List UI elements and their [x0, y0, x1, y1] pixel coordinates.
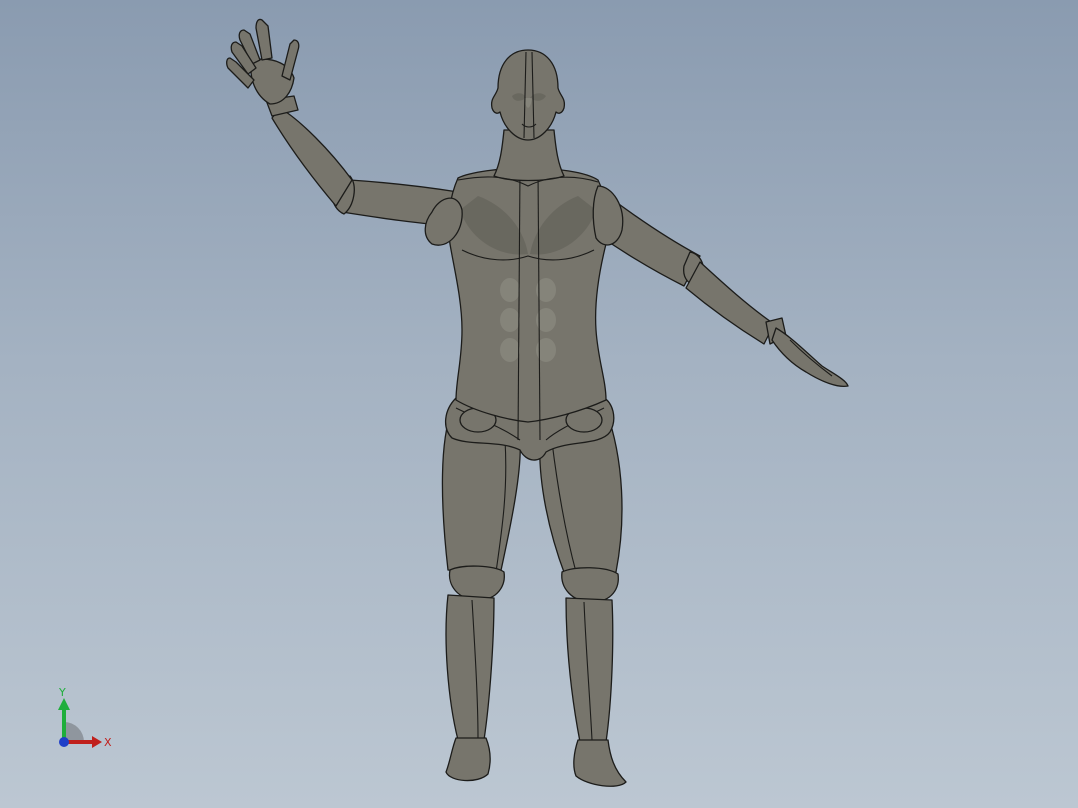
extended-arm[interactable] [599, 195, 849, 388]
coordinate-triad: Y X [50, 684, 120, 754]
raised-arm[interactable] [226, 18, 459, 227]
left-leg[interactable] [441, 409, 521, 782]
right-leg[interactable] [539, 409, 627, 787]
head[interactable] [490, 49, 566, 141]
x-axis-label: X [104, 736, 112, 749]
graphics-viewport[interactable]: Y X [0, 0, 1078, 808]
z-axis-dot [59, 737, 69, 747]
y-axis-label: Y [58, 686, 66, 699]
mannequin-model[interactable] [0, 0, 1078, 808]
